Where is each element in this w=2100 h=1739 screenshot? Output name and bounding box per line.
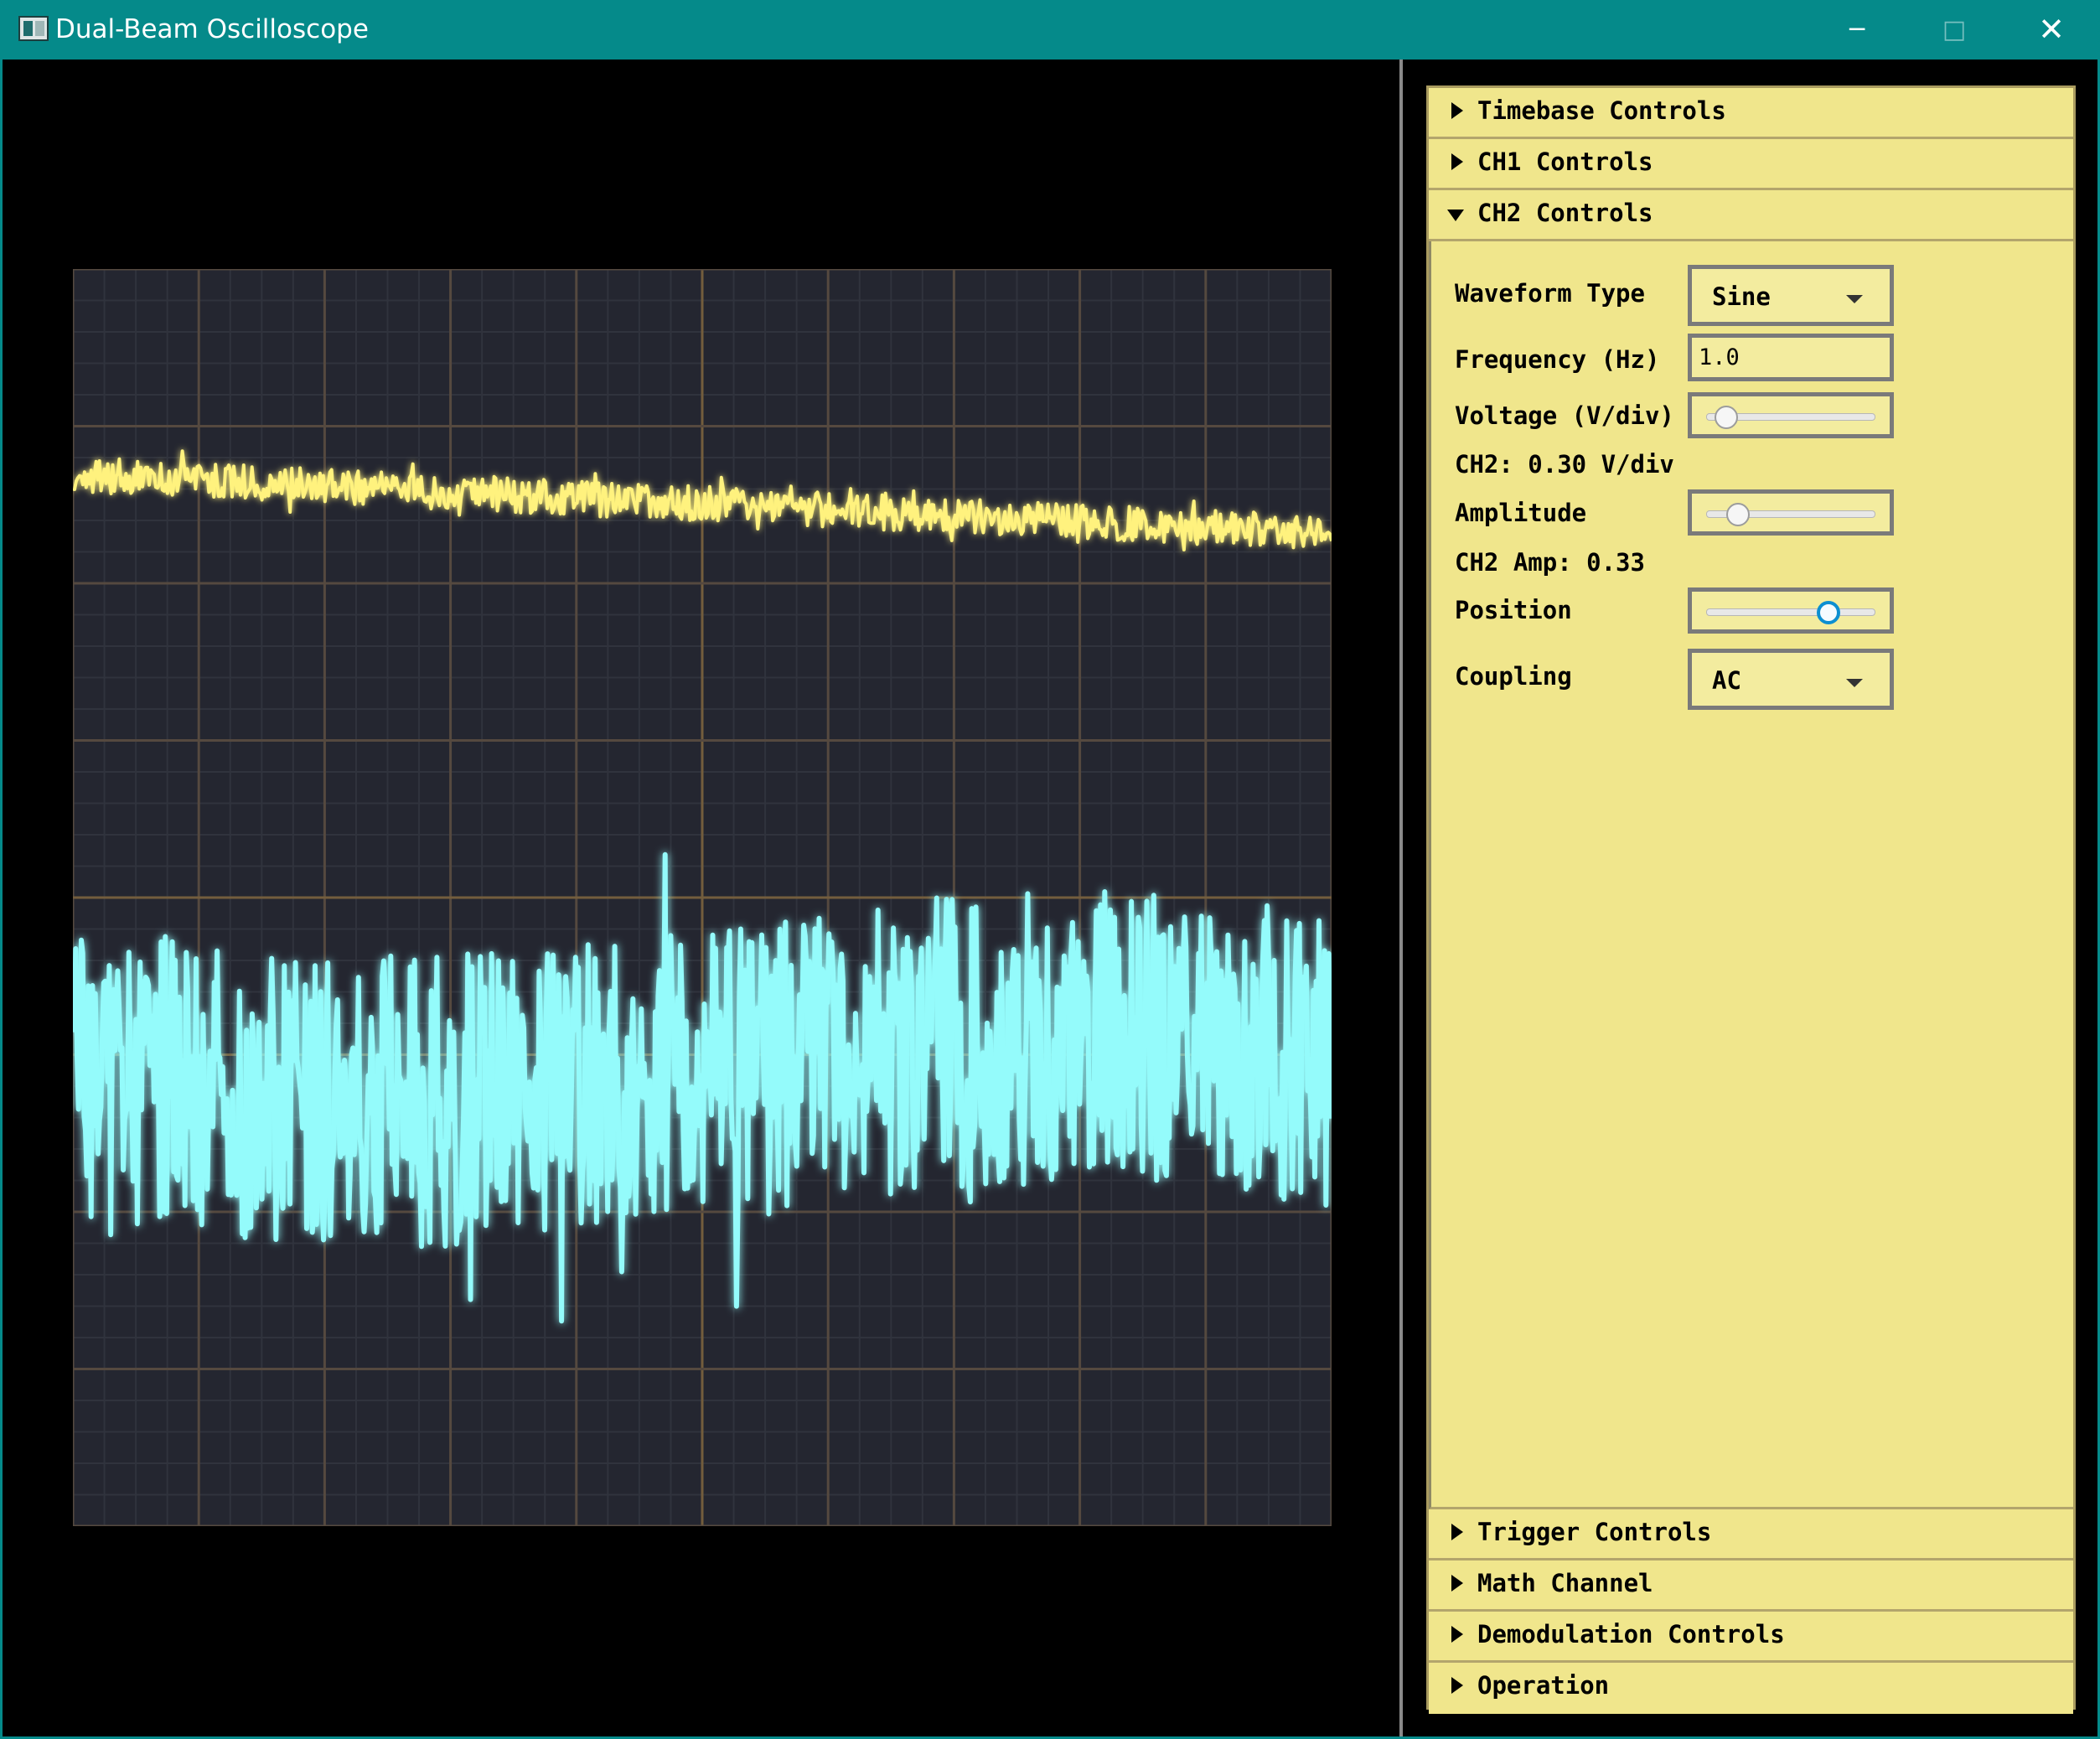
play-right-icon — [1451, 1575, 1463, 1591]
play-right-icon — [1451, 1524, 1463, 1540]
demodulation-controls-header[interactable]: Demodulation Controls — [1429, 1612, 2073, 1663]
oscilloscope-window: Dual-Beam Oscilloscope ─ □ ✕ Timebase Co… — [0, 0, 2100, 1739]
demodulation-controls-label: Demodulation Controls — [1477, 1620, 1785, 1648]
chevron-down-icon — [1846, 295, 1863, 303]
position-slider[interactable] — [1688, 587, 1894, 634]
maximize-button[interactable]: □ — [1906, 0, 2003, 60]
frequency-input[interactable]: 1.0 — [1688, 334, 1894, 381]
amplitude-slider-thumb[interactable] — [1726, 503, 1751, 526]
close-button[interactable]: ✕ — [2003, 0, 2097, 60]
controls-panel: Timebase Controls CH1 Controls CH2 Contr… — [1426, 85, 2076, 1714]
trigger-controls-label: Trigger Controls — [1477, 1518, 1712, 1546]
ch1-controls-label: CH1 Controls — [1477, 148, 1653, 176]
position-label: Position — [1455, 596, 1572, 624]
coupling-select[interactable]: AC — [1688, 649, 1894, 710]
chevron-down-icon — [1846, 679, 1863, 687]
trigger-controls-header[interactable]: Trigger Controls — [1429, 1509, 2073, 1560]
math-channel-label: Math Channel — [1477, 1569, 1653, 1597]
timebase-controls-label: Timebase Controls — [1477, 96, 1726, 125]
play-right-icon — [1451, 102, 1463, 119]
coupling-value: AC — [1712, 666, 1741, 695]
waveform-canvas — [73, 269, 1332, 1526]
voltage-slider[interactable] — [1688, 392, 1894, 438]
ch1-controls-header[interactable]: CH1 Controls — [1429, 139, 2073, 190]
ch2-controls-content: Waveform Type Sine Frequency (Hz) 1.0 Vo… — [1429, 241, 2073, 1509]
window-title: Dual-Beam Oscilloscope — [55, 14, 369, 44]
play-right-icon — [1451, 1677, 1463, 1694]
voltage-slider-thumb[interactable] — [1715, 406, 1739, 429]
amplitude-label: Amplitude — [1455, 499, 1587, 527]
waveform-type-label: Waveform Type — [1455, 279, 1645, 308]
minimize-button[interactable]: ─ — [1808, 0, 1906, 60]
operation-label: Operation — [1477, 1671, 1610, 1700]
position-slider-thumb[interactable] — [1817, 601, 1841, 624]
scope-display-area — [5, 60, 1399, 1736]
waveform-type-value: Sine — [1712, 282, 1771, 311]
math-channel-header[interactable]: Math Channel — [1429, 1560, 2073, 1612]
play-right-icon — [1451, 153, 1463, 170]
ch2-controls-label: CH2 Controls — [1477, 199, 1653, 227]
ch2-controls-header[interactable]: CH2 Controls — [1429, 190, 2073, 241]
operation-header[interactable]: Operation — [1429, 1663, 2073, 1714]
waveform-type-select[interactable]: Sine — [1688, 265, 1894, 326]
scope-screen — [73, 269, 1332, 1526]
ch2-voltage-readout: CH2: 0.30 V/div — [1455, 450, 1674, 479]
amplitude-slider[interactable] — [1688, 489, 1894, 536]
position-slider-track — [1706, 608, 1875, 616]
triangle-down-icon — [1447, 210, 1464, 221]
play-right-icon — [1451, 1626, 1463, 1643]
oscilloscope-app-icon — [18, 16, 49, 41]
ch2-amplitude-readout: CH2 Amp: 0.33 — [1455, 548, 1645, 577]
frequency-label: Frequency (Hz) — [1455, 345, 1660, 374]
title-bar: Dual-Beam Oscilloscope ─ □ ✕ — [3, 0, 2097, 60]
timebase-controls-header[interactable]: Timebase Controls — [1429, 88, 2073, 139]
voltage-label: Voltage (V/div) — [1455, 401, 1674, 430]
coupling-label: Coupling — [1455, 662, 1572, 691]
